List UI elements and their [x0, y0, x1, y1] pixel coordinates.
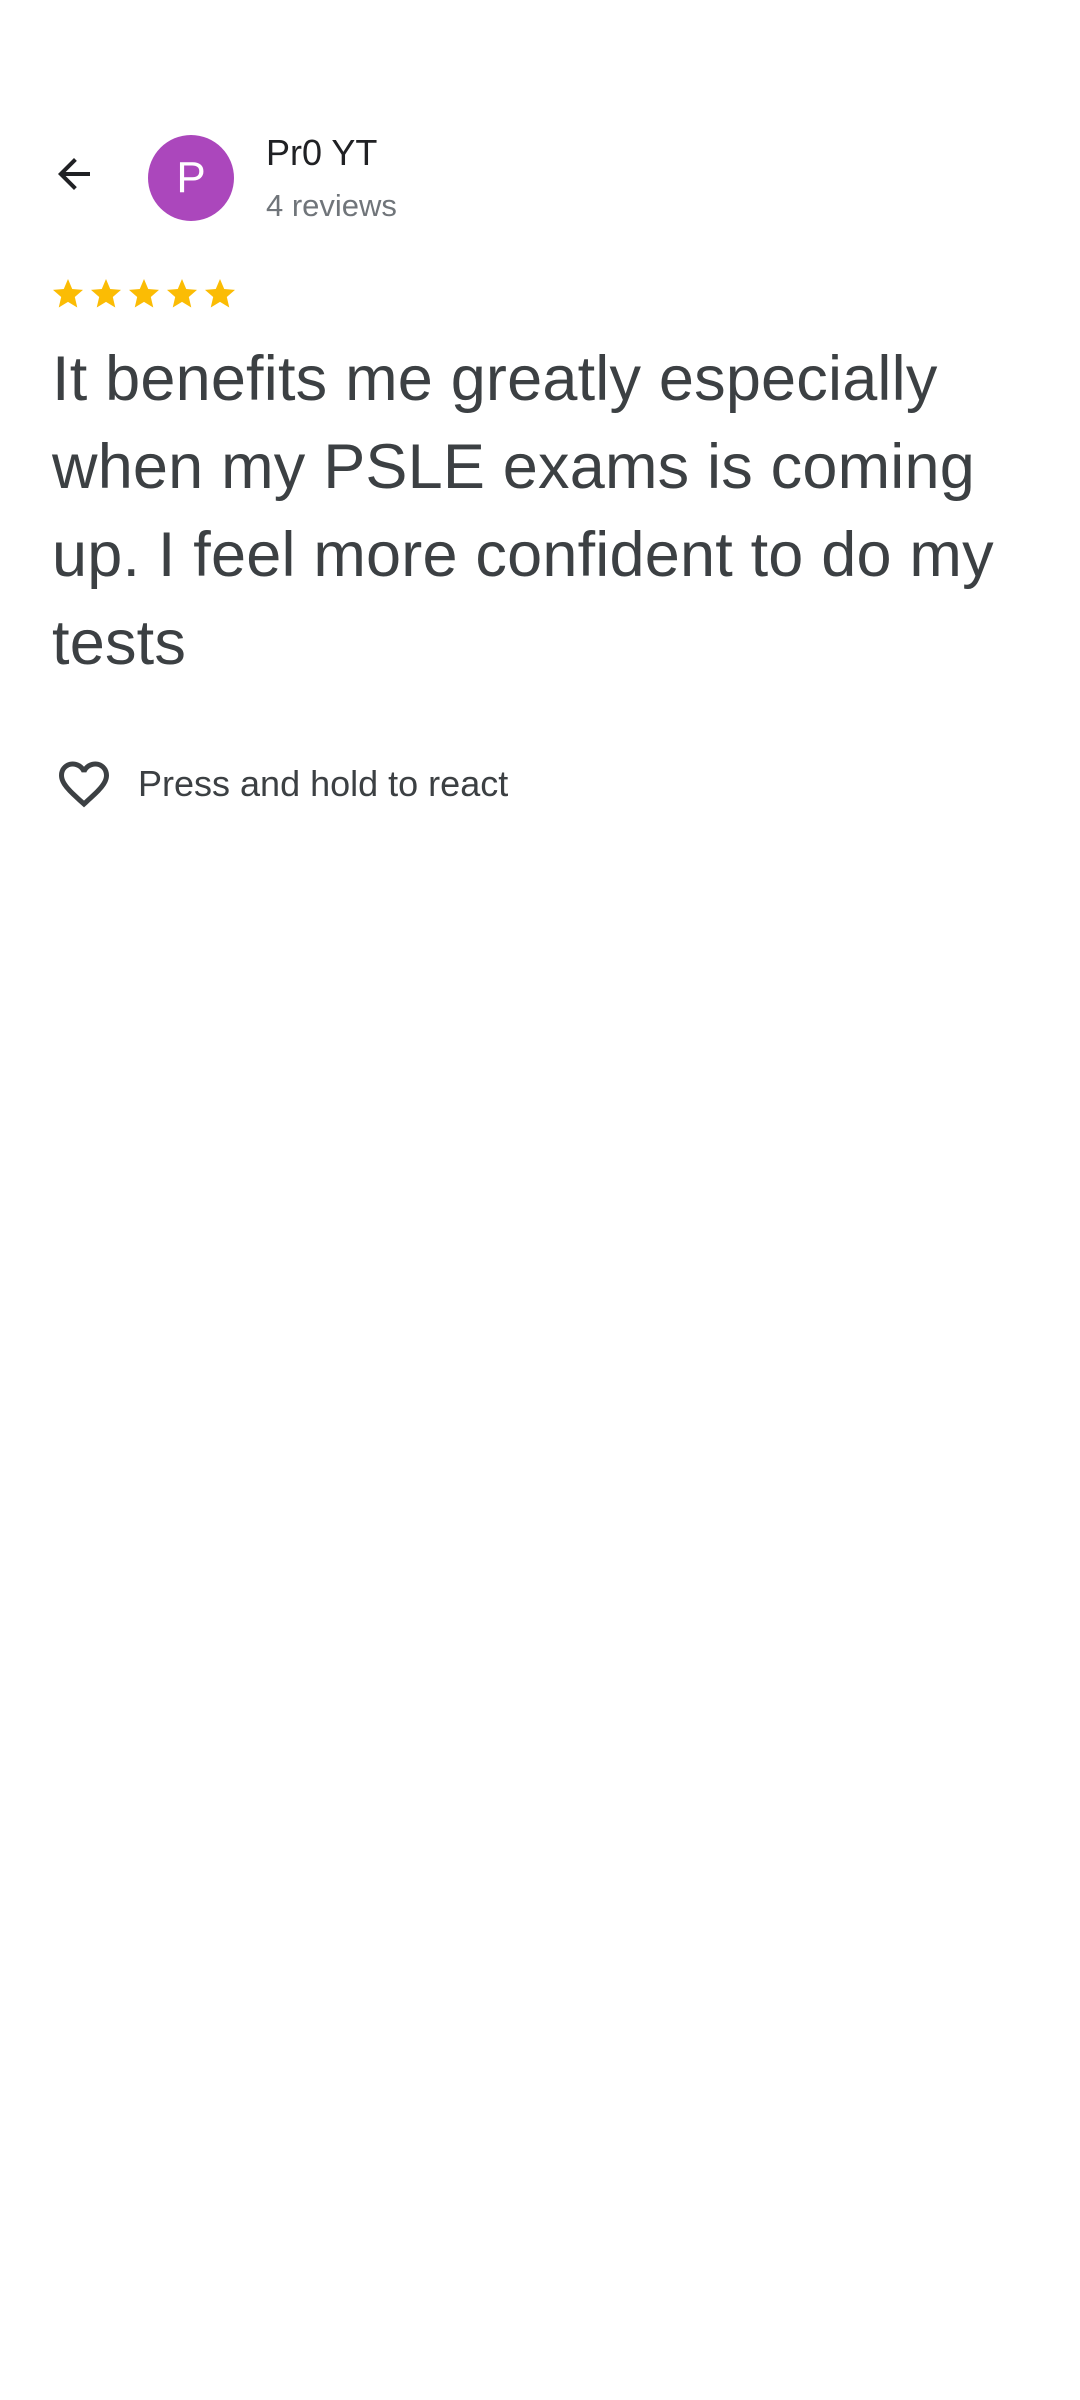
review-text: It benefits me greatly especially when m… — [52, 344, 994, 678]
heart-outline-icon — [52, 752, 116, 816]
avatar-letter: P — [176, 153, 206, 202]
arrow-left-icon — [58, 158, 90, 190]
star-icon — [129, 279, 159, 308]
author-name[interactable]: Pr0 YT — [266, 132, 377, 174]
star-icon — [53, 279, 83, 308]
back-button[interactable] — [38, 138, 110, 210]
avatar[interactable]: P — [148, 135, 234, 221]
react-label: Press and hold to react — [138, 763, 509, 804]
react-button[interactable]: Press and hold to react — [52, 752, 508, 816]
review-count: 4 reviews — [266, 188, 397, 223]
star-icon — [91, 279, 121, 308]
star-icon — [205, 279, 235, 308]
star-rating — [50, 276, 238, 312]
review-header: P Pr0 YT 4 reviews — [0, 0, 1080, 240]
star-icon — [167, 279, 197, 308]
